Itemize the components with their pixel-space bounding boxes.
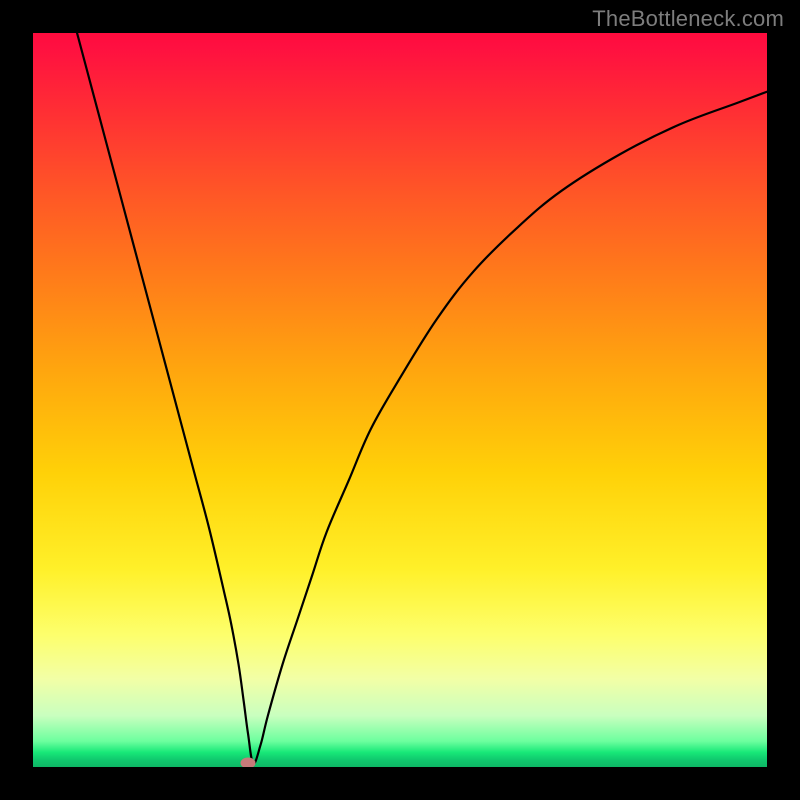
line-curve [33,33,767,767]
watermark-text: TheBottleneck.com [592,6,784,32]
chart-frame: TheBottleneck.com [0,0,800,800]
plot-area [33,33,767,767]
minimum-marker [241,758,256,767]
